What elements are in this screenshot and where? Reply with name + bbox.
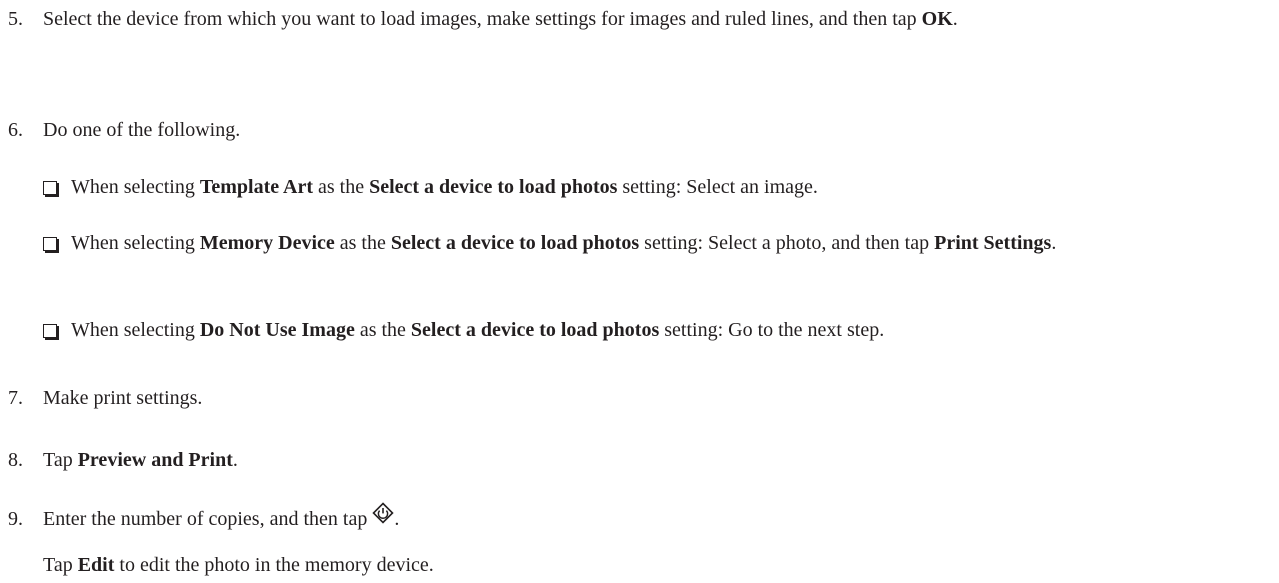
step-text: Enter the number of copies, and then tap…: [43, 502, 1268, 535]
step-number: 7.: [8, 387, 23, 409]
step-text: Do one of the following.: [43, 119, 241, 141]
step-8: 8. Tap Preview and Print.: [8, 445, 1268, 476]
step-6: 6. Do one of the following.: [8, 115, 1268, 146]
step-9: 9. Enter the number of copies, and then …: [8, 502, 1268, 535]
step-number: 8.: [8, 449, 23, 471]
checkbox-bullet-icon: [43, 237, 57, 251]
list-item: When selecting Template Art as the Selec…: [43, 172, 1268, 203]
list-item: When selecting Do Not Use Image as the S…: [43, 315, 1268, 346]
step-5: 5. Select the device from which you want…: [8, 4, 1268, 35]
start-button-icon: [372, 502, 394, 534]
step-text: Tap Preview and Print.: [43, 449, 238, 471]
list-item: When selecting Memory Device as the Sele…: [43, 228, 1268, 259]
step-7: 7. Make print settings.: [8, 383, 1268, 414]
checkbox-bullet-icon: [43, 324, 57, 338]
step-text: Select the device from which you want to…: [43, 8, 958, 30]
step-number: 9.: [8, 508, 23, 530]
step-9-note: Tap Edit to edit the photo in the memory…: [43, 554, 434, 576]
ok-label: OK: [921, 8, 953, 30]
step-number: 6.: [8, 119, 23, 141]
step-text: Make print settings.: [43, 387, 203, 409]
step-number: 5.: [8, 8, 23, 30]
manual-page: 5. Select the device from which you want…: [0, 0, 1279, 583]
checkbox-bullet-icon: [43, 181, 57, 195]
